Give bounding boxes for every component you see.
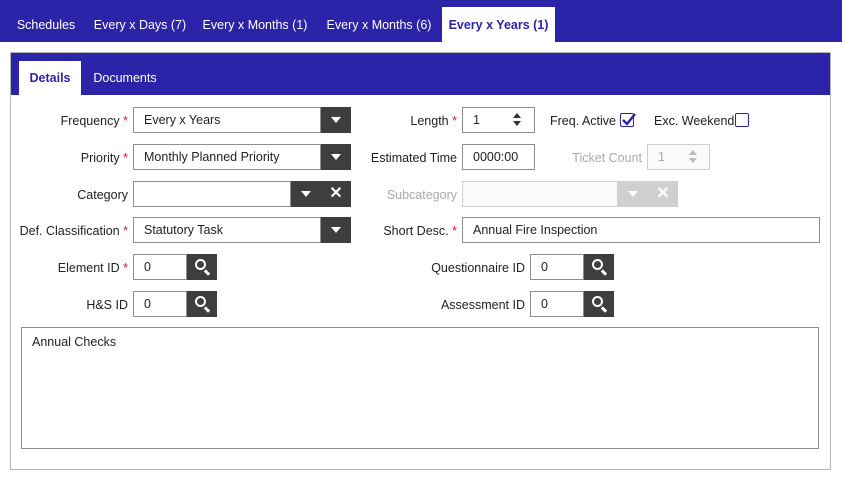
subcategory-label: Subcategory	[386, 188, 457, 202]
notes-textarea[interactable]: Annual Checks	[21, 327, 819, 449]
def-classification-select[interactable]: Statutory Task	[133, 217, 321, 243]
estimated-time-label: Estimated Time	[370, 151, 457, 165]
chevron-down-icon	[301, 191, 311, 197]
exc-weekend-label: Exc. Weekend	[654, 114, 735, 128]
spinner-arrows-icon[interactable]	[511, 108, 525, 132]
subcategory-clear-button: ✕	[648, 181, 678, 207]
short-desc-input[interactable]: Annual Fire Inspection	[462, 217, 820, 243]
tab-every-x-months-1[interactable]: Every x Months (1)	[196, 8, 314, 42]
exc-weekend-checkbox[interactable]	[735, 113, 749, 127]
hs-id-search-button[interactable]	[187, 291, 217, 317]
assessment-id-label: Assessment ID	[440, 298, 525, 312]
element-id-label: Element ID *	[57, 261, 128, 275]
schedule-tab-bar: Schedules Every x Days (7) Every x Month…	[0, 0, 842, 43]
questionnaire-id-input[interactable]: 0	[530, 254, 584, 280]
freq-active-label: Freq. Active	[550, 114, 616, 128]
questionnaire-id-label: Questionnaire ID	[431, 261, 525, 275]
def-classification-dropdown-button[interactable]	[321, 217, 351, 243]
def-classification-label: Def. Classification *	[19, 224, 128, 238]
chevron-down-icon	[331, 227, 341, 233]
length-label: Length *	[410, 114, 457, 128]
category-dropdown-button[interactable]	[291, 181, 321, 207]
subcategory-dropdown-button	[618, 181, 648, 207]
search-icon	[195, 296, 206, 307]
tab-details[interactable]: Details	[19, 61, 81, 95]
tab-every-x-days[interactable]: Every x Days (7)	[88, 8, 192, 42]
tab-schedules[interactable]: Schedules	[8, 8, 84, 42]
hs-id-label: H&S ID	[86, 298, 128, 312]
priority-label: Priority *	[80, 151, 128, 165]
tab-every-x-months-6[interactable]: Every x Months (6)	[318, 8, 440, 42]
spinner-arrows-icon	[687, 145, 701, 169]
element-id-input[interactable]: 0	[133, 254, 187, 280]
search-icon	[592, 296, 603, 307]
chevron-down-icon	[331, 117, 341, 123]
freq-active-checkbox[interactable]	[620, 113, 636, 127]
priority-dropdown-button[interactable]	[321, 144, 351, 170]
assessment-id-search-button[interactable]	[584, 291, 614, 317]
priority-select[interactable]: Monthly Planned Priority	[133, 144, 321, 170]
category-select[interactable]	[133, 181, 291, 207]
frequency-label: Frequency *	[60, 114, 128, 128]
close-icon: ✕	[329, 185, 343, 202]
assessment-id-input[interactable]: 0	[530, 291, 584, 317]
category-label: Category	[77, 188, 128, 202]
chevron-down-icon	[628, 191, 638, 197]
frequency-dropdown-button[interactable]	[321, 107, 351, 133]
detail-tab-bar: Details Documents	[11, 53, 830, 95]
subcategory-select	[462, 181, 618, 207]
ticket-count-label: Ticket Count	[572, 151, 642, 165]
close-icon: ✕	[656, 185, 670, 202]
frequency-select[interactable]: Every x Years	[133, 107, 321, 133]
search-icon	[195, 259, 206, 270]
checkmark-icon	[622, 113, 636, 126]
tab-documents[interactable]: Documents	[85, 61, 165, 95]
chevron-down-icon	[331, 154, 341, 160]
estimated-time-input[interactable]: 0000:00	[462, 144, 535, 170]
tab-every-x-years[interactable]: Every x Years (1)	[442, 7, 555, 43]
category-clear-button[interactable]: ✕	[321, 181, 351, 207]
element-id-search-button[interactable]	[187, 254, 217, 280]
details-panel: Details Documents Frequency * Every x Ye…	[10, 52, 831, 470]
search-icon	[592, 259, 603, 270]
short-desc-label: Short Desc. *	[383, 224, 457, 238]
questionnaire-id-search-button[interactable]	[584, 254, 614, 280]
hs-id-input[interactable]: 0	[133, 291, 187, 317]
